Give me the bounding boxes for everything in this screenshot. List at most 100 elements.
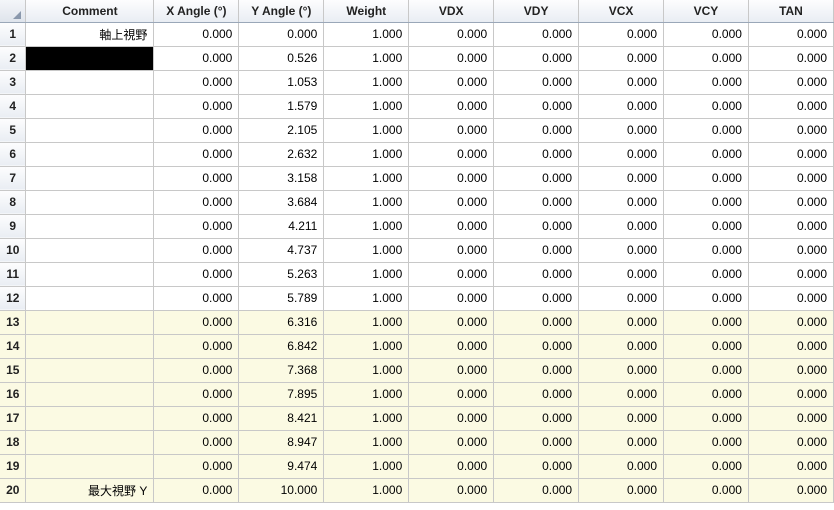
cell-vdx[interactable]: 0.000 — [409, 286, 494, 310]
row-header[interactable]: 3 — [0, 70, 26, 94]
cell-yangle[interactable]: 6.316 — [239, 310, 324, 334]
cell-yangle[interactable]: 7.368 — [239, 358, 324, 382]
cell-tan[interactable]: 0.000 — [748, 190, 833, 214]
cell-vdx[interactable]: 0.000 — [409, 358, 494, 382]
col-header-weight[interactable]: Weight — [324, 0, 409, 22]
table-row[interactable]: 20最大視野 Y0.00010.0001.0000.0000.0000.0000… — [0, 478, 834, 502]
row-header[interactable]: 14 — [0, 334, 26, 358]
cell-weight[interactable]: 1.000 — [324, 118, 409, 142]
cell-comment[interactable] — [26, 358, 154, 382]
cell-xangle[interactable]: 0.000 — [154, 22, 239, 46]
cell-weight[interactable]: 1.000 — [324, 478, 409, 502]
cell-xangle[interactable]: 0.000 — [154, 310, 239, 334]
cell-vdx[interactable]: 0.000 — [409, 94, 494, 118]
cell-vcx[interactable]: 0.000 — [579, 214, 664, 238]
cell-weight[interactable]: 1.000 — [324, 22, 409, 46]
cell-comment[interactable] — [26, 142, 154, 166]
cell-comment[interactable] — [26, 214, 154, 238]
cell-tan[interactable]: 0.000 — [748, 382, 833, 406]
cell-xangle[interactable]: 0.000 — [154, 262, 239, 286]
table-row[interactable]: 180.0008.9471.0000.0000.0000.0000.0000.0… — [0, 430, 834, 454]
cell-weight[interactable]: 1.000 — [324, 190, 409, 214]
cell-yangle[interactable]: 2.632 — [239, 142, 324, 166]
row-header[interactable]: 15 — [0, 358, 26, 382]
table-row[interactable]: 190.0009.4741.0000.0000.0000.0000.0000.0… — [0, 454, 834, 478]
cell-vdy[interactable]: 0.000 — [494, 478, 579, 502]
table-row[interactable]: 70.0003.1581.0000.0000.0000.0000.0000.00… — [0, 166, 834, 190]
row-header[interactable]: 2 — [0, 46, 26, 70]
cell-yangle[interactable]: 1.053 — [239, 70, 324, 94]
cell-vcx[interactable]: 0.000 — [579, 334, 664, 358]
cell-vdy[interactable]: 0.000 — [494, 238, 579, 262]
cell-vdx[interactable]: 0.000 — [409, 70, 494, 94]
cell-vdx[interactable]: 0.000 — [409, 46, 494, 70]
cell-yangle[interactable]: 5.263 — [239, 262, 324, 286]
cell-yangle[interactable]: 3.158 — [239, 166, 324, 190]
row-header[interactable]: 10 — [0, 238, 26, 262]
cell-tan[interactable]: 0.000 — [748, 430, 833, 454]
cell-vcx[interactable]: 0.000 — [579, 70, 664, 94]
data-grid[interactable]: Comment X Angle (°) Y Angle (°) Weight V… — [0, 0, 834, 503]
cell-comment[interactable] — [26, 262, 154, 286]
cell-vcx[interactable]: 0.000 — [579, 94, 664, 118]
cell-vcy[interactable]: 0.000 — [664, 166, 749, 190]
cell-yangle[interactable]: 0.000 — [239, 22, 324, 46]
cell-vdx[interactable]: 0.000 — [409, 262, 494, 286]
row-header[interactable]: 7 — [0, 166, 26, 190]
cell-yangle[interactable]: 4.737 — [239, 238, 324, 262]
cell-xangle[interactable]: 0.000 — [154, 46, 239, 70]
cell-vcx[interactable]: 0.000 — [579, 238, 664, 262]
cell-xangle[interactable]: 0.000 — [154, 406, 239, 430]
cell-tan[interactable]: 0.000 — [748, 334, 833, 358]
cell-vdy[interactable]: 0.000 — [494, 94, 579, 118]
cell-xangle[interactable]: 0.000 — [154, 478, 239, 502]
cell-vcx[interactable]: 0.000 — [579, 262, 664, 286]
col-header-tan[interactable]: TAN — [748, 0, 833, 22]
table-row[interactable]: 1軸上視野0.0000.0001.0000.0000.0000.0000.000… — [0, 22, 834, 46]
cell-vcy[interactable]: 0.000 — [664, 118, 749, 142]
row-header[interactable]: 17 — [0, 406, 26, 430]
cell-vcx[interactable]: 0.000 — [579, 142, 664, 166]
cell-tan[interactable]: 0.000 — [748, 118, 833, 142]
cell-yangle[interactable]: 4.211 — [239, 214, 324, 238]
cell-tan[interactable]: 0.000 — [748, 214, 833, 238]
cell-tan[interactable]: 0.000 — [748, 310, 833, 334]
cell-weight[interactable]: 1.000 — [324, 46, 409, 70]
row-header[interactable]: 19 — [0, 454, 26, 478]
row-header[interactable]: 20 — [0, 478, 26, 502]
cell-vcy[interactable]: 0.000 — [664, 478, 749, 502]
cell-vcx[interactable]: 0.000 — [579, 406, 664, 430]
cell-vdx[interactable]: 0.000 — [409, 334, 494, 358]
cell-weight[interactable]: 1.000 — [324, 382, 409, 406]
row-header[interactable]: 16 — [0, 382, 26, 406]
cell-xangle[interactable]: 0.000 — [154, 358, 239, 382]
cell-vcx[interactable]: 0.000 — [579, 166, 664, 190]
cell-tan[interactable]: 0.000 — [748, 358, 833, 382]
cell-vcy[interactable]: 0.000 — [664, 262, 749, 286]
cell-vcx[interactable]: 0.000 — [579, 358, 664, 382]
table-row[interactable]: 160.0007.8951.0000.0000.0000.0000.0000.0… — [0, 382, 834, 406]
cell-vdy[interactable]: 0.000 — [494, 190, 579, 214]
cell-tan[interactable]: 0.000 — [748, 238, 833, 262]
row-header[interactable]: 9 — [0, 214, 26, 238]
table-row[interactable]: 110.0005.2631.0000.0000.0000.0000.0000.0… — [0, 262, 834, 286]
cell-xangle[interactable]: 0.000 — [154, 190, 239, 214]
cell-xangle[interactable]: 0.000 — [154, 142, 239, 166]
cell-tan[interactable]: 0.000 — [748, 286, 833, 310]
cell-vdx[interactable]: 0.000 — [409, 214, 494, 238]
cell-vcy[interactable]: 0.000 — [664, 310, 749, 334]
row-header[interactable]: 11 — [0, 262, 26, 286]
cell-vdy[interactable]: 0.000 — [494, 118, 579, 142]
cell-weight[interactable]: 1.000 — [324, 454, 409, 478]
cell-yangle[interactable]: 5.789 — [239, 286, 324, 310]
cell-vdx[interactable]: 0.000 — [409, 310, 494, 334]
cell-tan[interactable]: 0.000 — [748, 46, 833, 70]
col-header-vdy[interactable]: VDY — [494, 0, 579, 22]
cell-yangle[interactable]: 1.579 — [239, 94, 324, 118]
cell-comment[interactable]: 軸上視野 — [26, 22, 154, 46]
cell-vcy[interactable]: 0.000 — [664, 70, 749, 94]
cell-vcy[interactable]: 0.000 — [664, 406, 749, 430]
table-row[interactable]: 100.0004.7371.0000.0000.0000.0000.0000.0… — [0, 238, 834, 262]
table-row[interactable]: 90.0004.2111.0000.0000.0000.0000.0000.00… — [0, 214, 834, 238]
cell-vdy[interactable]: 0.000 — [494, 22, 579, 46]
